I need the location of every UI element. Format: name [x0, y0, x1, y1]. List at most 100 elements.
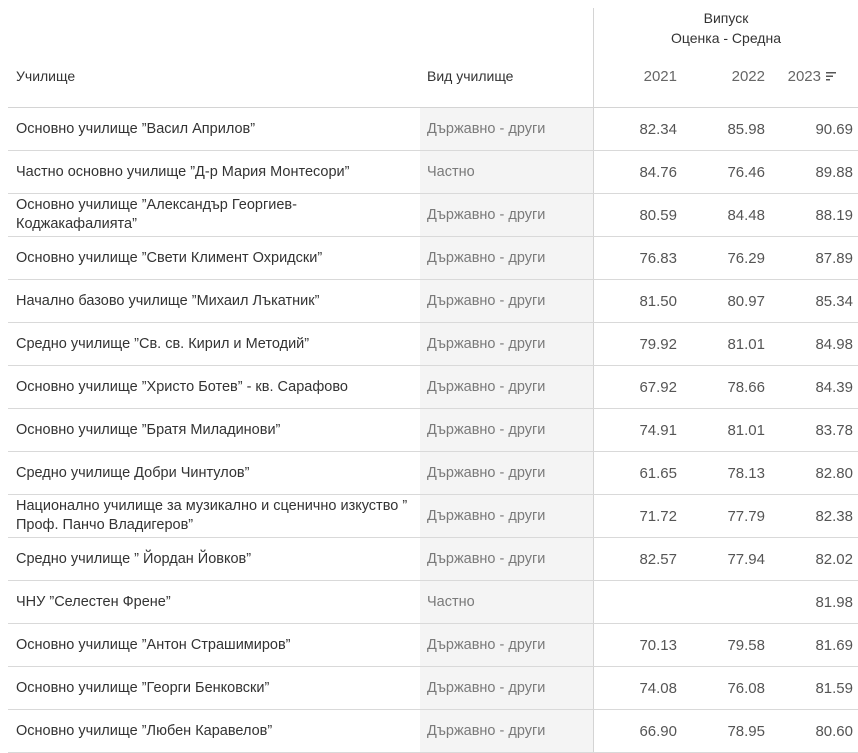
- score-2023-cell: 88.19: [815, 206, 853, 224]
- school-name-cell: Основно училище ”Любен Каравелов”: [16, 710, 416, 752]
- group-header-measure: Оценка - Средна: [671, 30, 781, 46]
- table-row[interactable]: Средно училище Добри Чинтулов” Държавно -…: [0, 452, 858, 495]
- score-2021-cell: 66.90: [639, 722, 677, 740]
- table-row[interactable]: Основно училище ”Братя Миладинови” Държав…: [0, 409, 858, 452]
- school-name-cell: Основно училище ”Георги Бенковски”: [16, 667, 416, 709]
- score-2022-cell: 78.66: [727, 378, 765, 396]
- score-2023-cell: 87.89: [815, 249, 853, 267]
- score-2023-cell: 80.60: [815, 722, 853, 740]
- school-type-cell: Държавно - други: [427, 637, 546, 653]
- school-name-cell: Основно училище ”Братя Миладинови”: [16, 409, 416, 451]
- school-type-cell: Държавно - други: [427, 379, 546, 395]
- school-name: Основно училище ”Братя Миладинови”: [16, 421, 281, 438]
- score-2022-cell: 76.46: [727, 163, 765, 181]
- score-2021-cell: 76.83: [639, 249, 677, 267]
- school-name-cell: Средно училище ”Св. св. Кирил и Методий”: [16, 323, 416, 365]
- table-row[interactable]: Основно училище ”Свети Климент Охридски”…: [0, 237, 858, 280]
- score-2022-cell: 85.98: [727, 120, 765, 138]
- column-header-school[interactable]: Училище: [16, 68, 75, 84]
- school-name: Средно училище Добри Чинтулов”: [16, 464, 250, 481]
- school-name: Основно училище ”Христо Ботев” - кв. Сар…: [16, 378, 348, 395]
- table-row[interactable]: ЧНУ ”Селестен Френе” Частно 81.98: [0, 581, 858, 624]
- school-type-cell: Частно: [427, 164, 475, 180]
- column-header-2023[interactable]: 2023: [757, 68, 837, 85]
- school-name-cell: Национално училище за музикално и сценич…: [16, 495, 416, 537]
- school-name-cell: Основно училище ”Антон Страшимиров”: [16, 624, 416, 666]
- table-row[interactable]: Основно училище ”Любен Каравелов” Държавн…: [0, 710, 858, 753]
- table-header: Училище Вид училище Випуск Оценка - Сред…: [0, 0, 858, 108]
- score-2021-cell: 67.92: [639, 378, 677, 396]
- score-2022-cell: 78.95: [727, 722, 765, 740]
- school-type-cell: Държавно - други: [427, 723, 546, 739]
- score-2021-cell: 74.91: [639, 421, 677, 439]
- sort-descending-icon[interactable]: [825, 70, 837, 82]
- score-2023-cell: 84.39: [815, 378, 853, 396]
- score-2021-cell: 61.65: [639, 464, 677, 482]
- score-2021-cell: 82.57: [639, 550, 677, 568]
- school-type-cell: Държавно - други: [427, 207, 546, 223]
- school-type-cell: Държавно - други: [427, 250, 546, 266]
- school-type-cell: Държавно - други: [427, 465, 546, 481]
- score-2021-cell: 74.08: [639, 679, 677, 697]
- school-type-cell: Държавно - други: [427, 422, 546, 438]
- score-2023-cell: 83.78: [815, 421, 853, 439]
- score-2021-cell: 82.34: [639, 120, 677, 138]
- score-2023-cell: 81.69: [815, 636, 853, 654]
- table-row[interactable]: Основно училище ”Антон Страшимиров” Държа…: [0, 624, 858, 667]
- school-type-cell: Частно: [427, 594, 475, 610]
- score-2023-cell: 85.34: [815, 292, 853, 310]
- score-2022-cell: 78.13: [727, 464, 765, 482]
- score-2023-cell: 82.02: [815, 550, 853, 568]
- table-row[interactable]: Начално базово училище ”Михаил Лъкатник”…: [0, 280, 858, 323]
- table-row[interactable]: Средно училище ” Йордан Йовков” Държавно …: [0, 538, 858, 581]
- score-2022-cell: 76.29: [727, 249, 765, 267]
- score-2022-cell: 80.97: [727, 292, 765, 310]
- school-name: Средно училище ” Йордан Йовков”: [16, 550, 252, 567]
- score-2023-cell: 82.38: [815, 507, 853, 525]
- school-name: Основно училище ”Антон Страшимиров”: [16, 636, 291, 653]
- score-2022-cell: 81.01: [727, 335, 765, 353]
- school-name-cell: Частно основно училище ”Д-р Мария Монтес…: [16, 151, 416, 193]
- school-name: Основно училище ”Свети Климент Охридски”: [16, 249, 323, 266]
- school-name: Национално училище за музикално и сценич…: [16, 498, 408, 533]
- school-name-cell: Основно училище ”Христо Ботев” - кв. Сар…: [16, 366, 416, 408]
- table-row[interactable]: Национално училище за музикално и сценич…: [0, 495, 858, 538]
- column-header-2021[interactable]: 2021: [597, 68, 677, 85]
- score-2022-cell: 81.01: [727, 421, 765, 439]
- table-row[interactable]: Основно училище ”Васил Априлов” Държавно …: [0, 108, 858, 151]
- score-2023-cell: 82.80: [815, 464, 853, 482]
- table-row[interactable]: Средно училище ”Св. св. Кирил и Методий”…: [0, 323, 858, 366]
- score-2023-cell: 89.88: [815, 163, 853, 181]
- score-2021-cell: 70.13: [639, 636, 677, 654]
- score-2023-cell: 81.59: [815, 679, 853, 697]
- school-name-cell: Начално базово училище ”Михаил Лъкатник”: [16, 280, 416, 322]
- school-name-cell: Средно училище ” Йордан Йовков”: [16, 538, 416, 580]
- score-2023-cell: 90.69: [815, 120, 853, 138]
- table-row[interactable]: Основно училище ”Георги Бенковски” Държав…: [0, 667, 858, 710]
- table-row[interactable]: Основно училище ”Александър Георгиев-Код…: [0, 194, 858, 237]
- school-name: Начално базово училище ”Михаил Лъкатник”: [16, 292, 320, 309]
- score-2021-cell: 81.50: [639, 292, 677, 310]
- school-name: Средно училище ”Св. св. Кирил и Методий”: [16, 335, 310, 352]
- school-type-cell: Държавно - други: [427, 551, 546, 567]
- column-header-type[interactable]: Вид училище: [427, 68, 513, 84]
- school-name-cell: Основно училище ”Свети Климент Охридски”: [16, 237, 416, 279]
- school-name-cell: Средно училище Добри Чинтулов”: [16, 452, 416, 494]
- column-header-2022[interactable]: 2022: [685, 68, 765, 85]
- score-2023-cell: 81.98: [815, 593, 853, 611]
- score-2022-cell: 76.08: [727, 679, 765, 697]
- table-row[interactable]: Частно основно училище ”Д-р Мария Монтес…: [0, 151, 858, 194]
- table-body: Основно училище ”Васил Априлов” Държавно …: [0, 108, 858, 753]
- school-name-cell: Основно училище ”Александър Георгиев-Код…: [16, 194, 416, 236]
- school-name: Основно училище ”Васил Априлов”: [16, 120, 256, 137]
- school-name-cell: ЧНУ ”Селестен Френе”: [16, 581, 416, 623]
- score-2022-cell: 79.58: [727, 636, 765, 654]
- school-type-cell: Държавно - други: [427, 508, 546, 524]
- school-type-cell: Държавно - други: [427, 121, 546, 137]
- score-2021-cell: [597, 581, 677, 623]
- score-2022-cell: 77.94: [727, 550, 765, 568]
- table-row[interactable]: Основно училище ”Христо Ботев” - кв. Сар…: [0, 366, 858, 409]
- school-type-cell: Държавно - други: [427, 336, 546, 352]
- school-name: ЧНУ ”Селестен Френе”: [16, 593, 171, 610]
- school-name: Основно училище ”Георги Бенковски”: [16, 679, 270, 696]
